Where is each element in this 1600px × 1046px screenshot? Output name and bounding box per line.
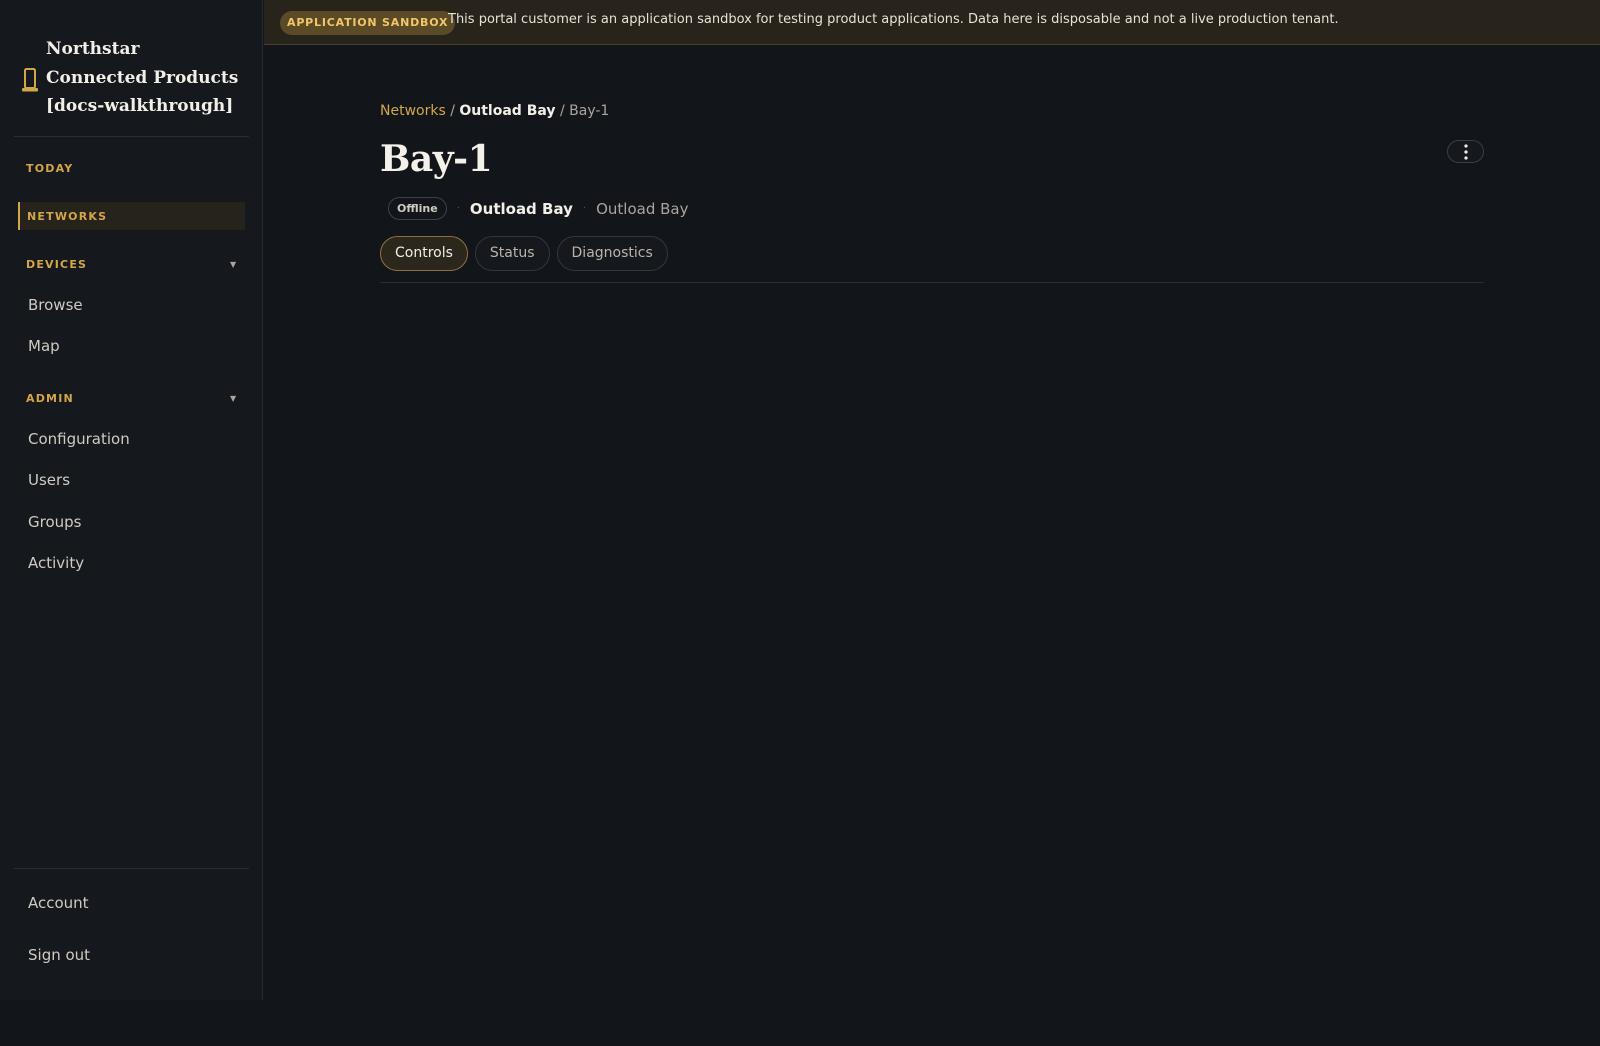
- sidebar-item-activity[interactable]: Activity: [28, 554, 84, 572]
- sandbox-banner: APPLICATION SANDBOX This portal customer…: [264, 0, 1600, 45]
- breadcrumb-network[interactable]: Outload Bay: [459, 103, 555, 119]
- more-vertical-icon: [1463, 143, 1468, 160]
- sidebar-section-admin[interactable]: ADMIN: [26, 392, 74, 405]
- sidebar-section-devices[interactable]: DEVICES: [26, 258, 87, 271]
- sidebar-item-browse[interactable]: Browse: [28, 296, 83, 314]
- sign-out-link[interactable]: Sign out: [28, 946, 90, 964]
- breadcrumb-separator: /: [450, 103, 455, 119]
- tab-diagnostics[interactable]: Diagnostics: [556, 236, 668, 271]
- tab-bar: Controls Status Diagnostics: [380, 236, 668, 271]
- page-title: Bay-1: [380, 138, 493, 180]
- sidebar-item-map[interactable]: Map: [28, 337, 60, 355]
- more-options-button[interactable]: [1447, 140, 1484, 163]
- sidebar-item-today[interactable]: TODAY: [26, 162, 73, 175]
- breadcrumb: Networks / Outload Bay / Bay-1: [380, 103, 609, 119]
- separator-dot: ·: [456, 203, 460, 214]
- sidebar-item-configuration[interactable]: Configuration: [28, 430, 130, 448]
- status-badge: Offline: [388, 197, 447, 220]
- chevron-down-icon[interactable]: ▼: [230, 394, 236, 403]
- breadcrumb-networks[interactable]: Networks: [380, 103, 446, 119]
- sidebar-item-networks-label: NETWORKS: [27, 210, 108, 223]
- device-icon: [22, 68, 38, 92]
- sidebar-item-networks[interactable]: NETWORKS: [18, 202, 245, 230]
- sidebar-footer: [14, 868, 249, 869]
- breadcrumb-current: Bay-1: [569, 103, 610, 119]
- chevron-down-icon[interactable]: ▼: [230, 260, 236, 269]
- sandbox-badge: APPLICATION SANDBOX: [280, 11, 456, 35]
- account-link[interactable]: Account: [28, 894, 89, 912]
- tab-controls[interactable]: Controls: [380, 236, 468, 271]
- sidebar-item-users[interactable]: Users: [28, 471, 70, 489]
- breadcrumb-separator: /: [559, 103, 565, 119]
- brand[interactable]: Northstar Connected Products [docs-walkt…: [14, 0, 249, 137]
- sandbox-banner-text: This portal customer is an application s…: [448, 12, 1339, 27]
- brand-name: Northstar Connected Products [docs-walkt…: [46, 39, 239, 116]
- sidebar-item-groups[interactable]: Groups: [28, 513, 81, 531]
- tab-status[interactable]: Status: [474, 236, 550, 271]
- device-meta: Offline · Outload Bay · Outload Bay: [388, 197, 688, 220]
- sidebar: Northstar Connected Products [docs-walkt…: [0, 0, 263, 1000]
- separator-dot: ·: [582, 203, 587, 214]
- device-location: Outload Bay: [596, 199, 689, 218]
- tabs-divider: [380, 282, 1484, 283]
- device-network[interactable]: Outload Bay: [470, 200, 573, 218]
